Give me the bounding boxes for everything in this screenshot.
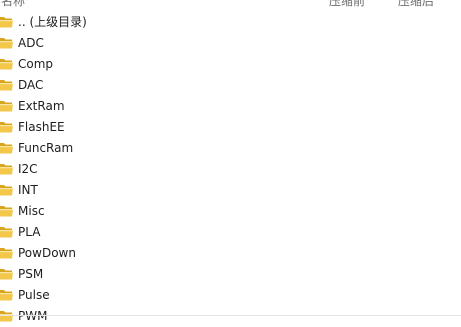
folder-label: FuncRam: [18, 141, 74, 155]
folder-label: Pulse: [18, 288, 50, 302]
folder-icon: [0, 267, 14, 281]
column-name[interactable]: 名称: [1, 0, 25, 9]
folder-label: FlashEE: [18, 120, 65, 134]
column-size-after[interactable]: 压缩后: [398, 0, 434, 9]
folder-icon: [0, 246, 14, 260]
folder-icon: [0, 36, 14, 50]
folder-row[interactable]: FlashEE: [0, 117, 461, 138]
folder-row[interactable]: DAC: [0, 75, 461, 96]
folder-row[interactable]: PowDown: [0, 243, 461, 264]
divider: [0, 315, 461, 316]
column-size-before[interactable]: 压缩前: [329, 0, 365, 9]
folder-label: PLA: [18, 225, 41, 239]
folder-label: ExtRam: [18, 99, 65, 113]
folder-icon: [0, 99, 14, 113]
folder-label: PSM: [18, 267, 44, 281]
folder-icon: [0, 120, 14, 134]
folder-label: PowDown: [18, 246, 76, 260]
folder-icon: [0, 141, 14, 155]
folder-icon: [0, 288, 14, 302]
folder-icon: [0, 225, 14, 239]
folder-row[interactable]: INT: [0, 180, 461, 201]
folder-row[interactable]: Misc: [0, 201, 461, 222]
folder-label: DAC: [18, 78, 44, 92]
folder-row[interactable]: FuncRam: [0, 138, 461, 159]
column-header: 名称 压缩前 压缩后: [0, 0, 461, 9]
folder-row[interactable]: PSM: [0, 264, 461, 285]
folder-row[interactable]: I2C: [0, 159, 461, 180]
parent-directory-row[interactable]: .. (上级目录): [0, 12, 461, 33]
folder-row[interactable]: ADC: [0, 33, 461, 54]
folder-icon: [0, 183, 14, 197]
folder-icon: [0, 15, 14, 29]
folder-label: Misc: [18, 204, 45, 218]
folder-row[interactable]: PLA: [0, 222, 461, 243]
folder-icon: [0, 78, 14, 92]
folder-row[interactable]: Comp: [0, 54, 461, 75]
folder-row[interactable]: ExtRam: [0, 96, 461, 117]
folder-label: ADC: [18, 36, 44, 50]
folder-row[interactable]: Pulse: [0, 285, 461, 306]
folder-icon: [0, 309, 14, 323]
file-list: .. (上级目录) ADC Comp DAC ExtRam FlashEE FuncRam I…: [0, 12, 461, 327]
folder-label: I2C: [18, 162, 38, 176]
folder-icon: [0, 57, 14, 71]
folder-icon: [0, 162, 14, 176]
folder-label: .. (上级目录): [18, 15, 87, 29]
folder-label: INT: [18, 183, 38, 197]
folder-icon: [0, 204, 14, 218]
folder-label: Comp: [18, 57, 54, 71]
